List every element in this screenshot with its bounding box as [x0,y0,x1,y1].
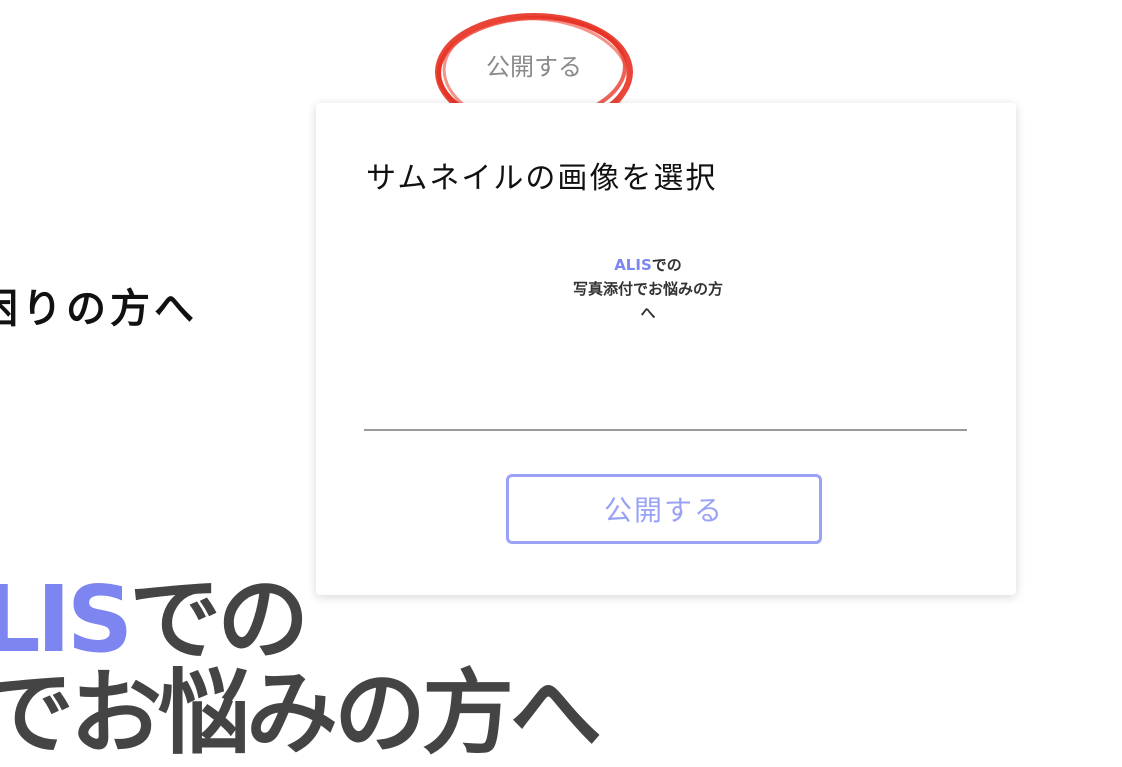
article-heading: 困りの方へ [0,286,198,332]
modal-title: サムネイルの画像を選択 [366,161,718,196]
article-banner-image: LISでの でお悩みの方へ [0,574,602,767]
thumbnail-select-modal: サムネイルの画像を選択 ALISでの 写真添付でお悩みの方へ 公開する [316,103,1016,595]
thumbnail-line-1-suffix: での [651,256,682,274]
modal-divider [364,429,967,431]
thumbnail-option[interactable]: ALISでの 写真添付でお悩みの方へ [568,253,728,323]
banner-line-1-suffix: での [129,566,309,673]
publish-button[interactable]: 公開する [506,474,822,544]
top-publish-link[interactable]: 公開する [432,47,636,82]
thumbnail-line-1: ALISでの [568,253,728,277]
banner-brand: LIS [0,566,133,673]
thumbnail-brand: ALIS [614,256,652,274]
thumbnail-line-2: 写真添付でお悩みの方へ [572,280,723,322]
banner-line-2: でお悩みの方へ [0,660,602,767]
